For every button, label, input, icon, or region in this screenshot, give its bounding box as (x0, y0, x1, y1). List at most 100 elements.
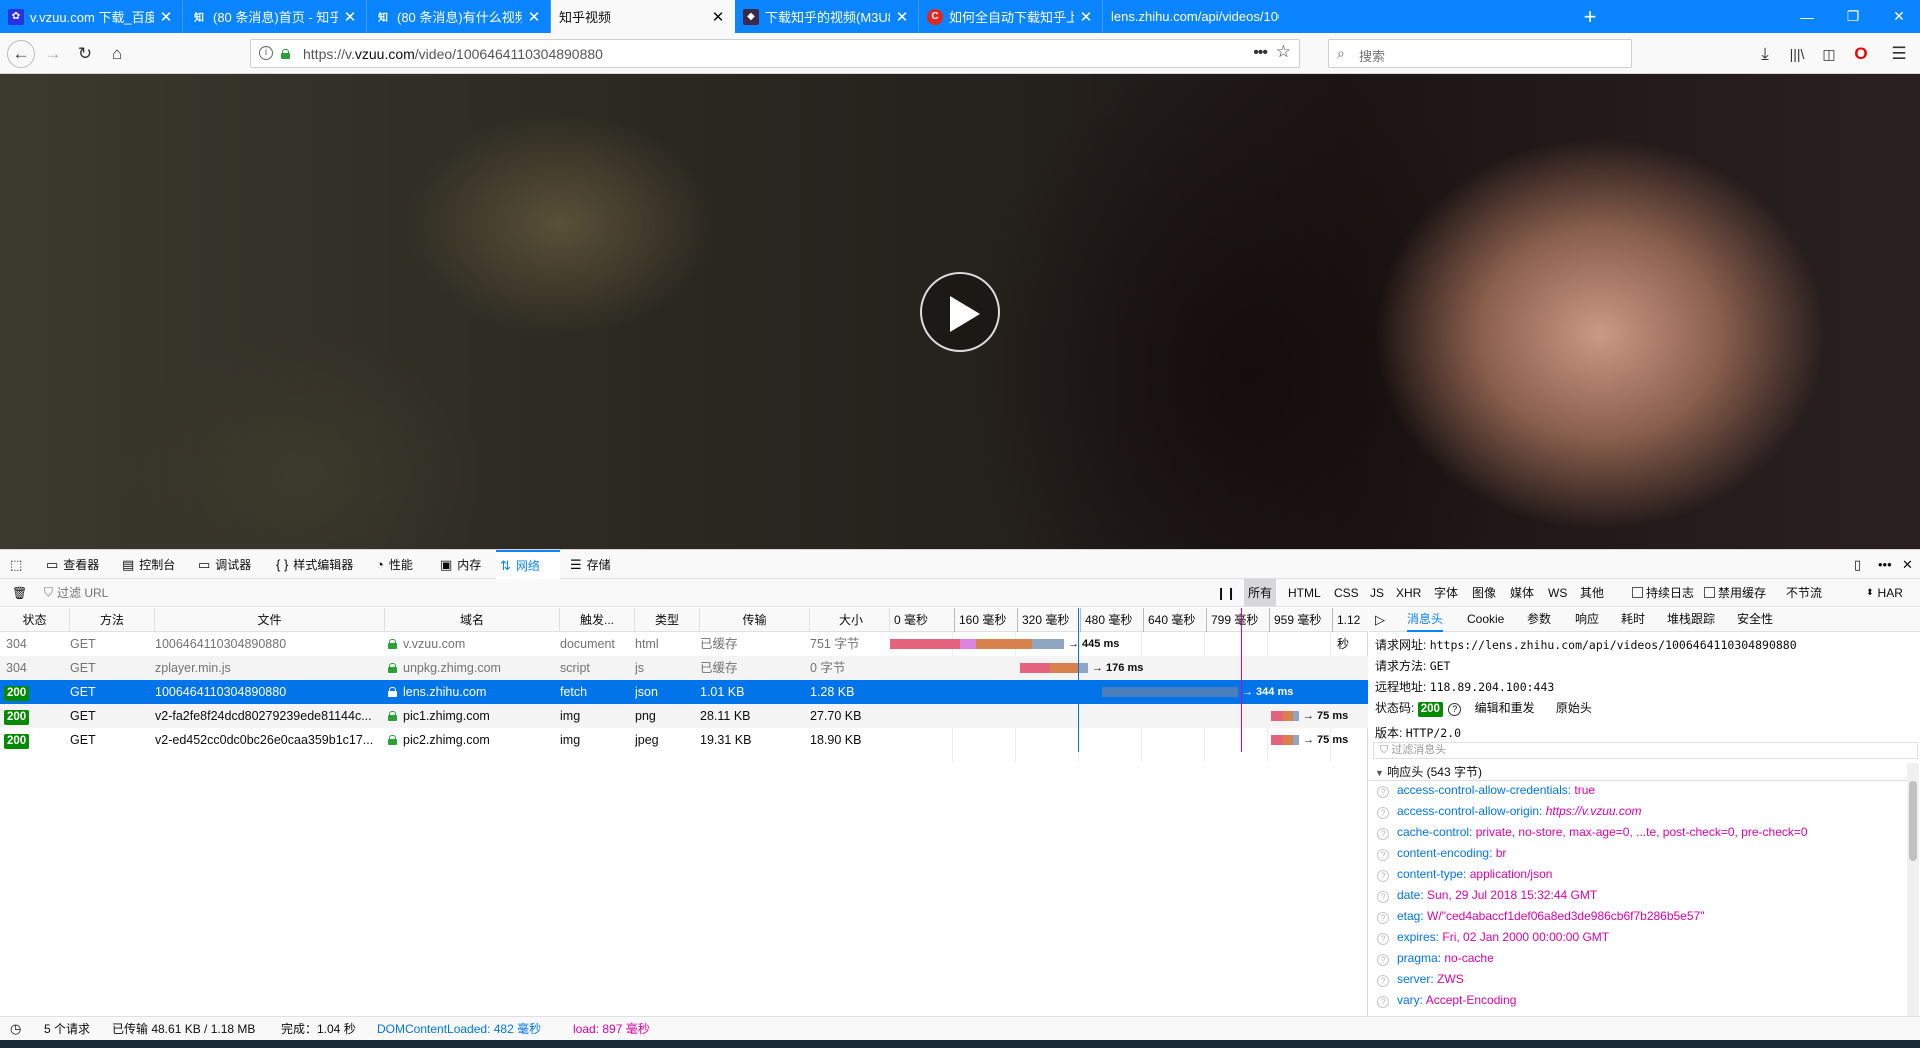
trash-icon[interactable]: 🗑 (8, 579, 31, 606)
tab-response[interactable]: 响应 (1575, 608, 1599, 632)
filter-media[interactable]: 媒体 (1506, 579, 1538, 606)
library-icon[interactable]: |||\ (1784, 41, 1810, 67)
scrollbar[interactable] (1907, 763, 1919, 1016)
browser-tab[interactable]: lens.zhihu.com/api/videos/1006 (1103, 0, 1287, 33)
header-row[interactable]: ? content-type: application/json (1377, 866, 1897, 883)
help-icon[interactable]: ? (1377, 996, 1389, 1008)
close-icon[interactable]: ✕ (894, 8, 910, 26)
tab-network[interactable]: ⇅ 网络 (496, 550, 560, 579)
browser-tab[interactable]: ✿ v.vzuu.com 下载_百度搜索 ✕ (0, 0, 183, 33)
table-row-selected[interactable]: 200 GET 1006464110304890880 lens.zhihu.c… (0, 680, 1368, 704)
browser-tab[interactable]: ◆ 下载知乎的视频(M3U8) | foam ✕ (735, 0, 919, 33)
help-icon[interactable]: ? (1377, 891, 1389, 903)
filter-fonts[interactable]: 字体 (1430, 579, 1462, 606)
column-size[interactable]: 大小 (810, 608, 890, 632)
help-icon[interactable]: ? (1377, 807, 1389, 819)
table-row[interactable]: 304 GET 1006464110304890880 v.vzuu.com d… (0, 632, 1368, 656)
tab-inspector[interactable]: ▭ 查看器 (42, 550, 103, 579)
url-bar[interactable]: i https://v.vzuu.com/video/1006464110304… (250, 39, 1300, 68)
column-status[interactable]: 状态 (0, 608, 70, 632)
lock-icon[interactable] (281, 47, 296, 61)
header-row[interactable]: ? expires: Fri, 02 Jan 2000 00:00:00 GMT (1377, 929, 1897, 946)
column-cause[interactable]: 触发... (560, 608, 635, 632)
tab-params[interactable]: 参数 (1527, 608, 1551, 632)
filter-xhr[interactable]: XHR (1392, 579, 1425, 606)
back-icon[interactable]: ← (7, 40, 35, 68)
browser-tab[interactable]: 知 (80 条消息)首页 - 知乎 ✕ (183, 0, 367, 33)
filter-headers-input[interactable]: ⛉ 过滤消息头 (1373, 742, 1918, 759)
toggle-panel-icon[interactable]: ▷ (1375, 608, 1385, 632)
filter-js[interactable]: JS (1366, 579, 1388, 606)
header-row[interactable]: ? access-control-allow-origin: https://v.… (1377, 803, 1897, 820)
close-icon[interactable]: ✕ (342, 8, 358, 26)
minimize-icon[interactable]: — (1784, 0, 1830, 33)
help-icon[interactable]: ? (1377, 786, 1389, 798)
column-file[interactable]: 文件 (155, 608, 385, 632)
browser-tab[interactable]: 知 (80 条消息)有什么视频是你看完 ✕ (367, 0, 551, 33)
pause-icon[interactable]: ❙❙ (1212, 579, 1240, 606)
header-row[interactable]: ? vary: Accept-Encoding (1377, 992, 1897, 1009)
play-button[interactable] (920, 272, 1000, 352)
close-icon[interactable]: ✕ (526, 8, 542, 26)
restore-icon[interactable]: ❐ (1830, 0, 1876, 33)
help-icon[interactable]: ? (1377, 849, 1389, 861)
header-row[interactable]: ? access-control-allow-credentials: true (1377, 782, 1897, 799)
raw-headers-toggle[interactable]: 原始头 (1556, 701, 1592, 715)
help-icon[interactable]: ? (1448, 703, 1462, 716)
pick-element-icon[interactable]: ⬚ (6, 550, 26, 579)
throttle-select[interactable]: 不节流 (1782, 579, 1826, 606)
menu-icon[interactable]: ☰ (1886, 41, 1912, 67)
performance-analysis-icon[interactable]: ◷ (10, 1017, 21, 1041)
dock-icon[interactable]: ▯ (1850, 550, 1865, 579)
home-icon[interactable]: ⌂ (104, 41, 130, 67)
tab-cookies[interactable]: Cookie (1467, 608, 1504, 632)
edit-resend-button[interactable]: 编辑和重发 (1475, 701, 1535, 715)
column-timeline[interactable]: 0 毫秒 160 毫秒 320 毫秒 480 毫秒 640 毫秒 799 毫秒 … (890, 608, 1368, 651)
close-icon[interactable]: ✕ (1078, 8, 1094, 26)
tab-performance[interactable]: ◔ 性能 (372, 550, 417, 579)
filter-other[interactable]: 其他 (1576, 579, 1608, 606)
close-icon[interactable]: ✕ (158, 8, 174, 26)
help-icon[interactable]: ? (1377, 975, 1389, 987)
tab-headers[interactable]: 消息头 (1407, 608, 1444, 632)
header-row[interactable]: ? server: ZWS (1377, 971, 1897, 988)
forward-icon[interactable]: → (40, 41, 66, 67)
header-row[interactable]: ? content-encoding: br (1377, 845, 1897, 862)
filter-images[interactable]: 图像 (1468, 579, 1500, 606)
table-row[interactable]: 200 GET v2-fa2fe8f24dcd80279239ede81144c… (0, 704, 1368, 728)
sidebar-icon[interactable]: ◫ (1816, 41, 1842, 67)
downloads-icon[interactable]: ⤓ (1752, 41, 1778, 67)
filter-all[interactable]: 所有 (1244, 579, 1277, 606)
tab-security[interactable]: 安全性 (1737, 608, 1773, 632)
video-player[interactable] (0, 74, 1920, 549)
table-row[interactable]: 200 GET v2-ed452cc0dc0bc26e0caa359b1c17.… (0, 728, 1368, 752)
column-method[interactable]: 方法 (70, 608, 155, 632)
tab-storage[interactable]: ☰ 存储 (566, 550, 615, 579)
filter-css[interactable]: CSS (1330, 579, 1363, 606)
info-icon[interactable]: i (259, 46, 273, 60)
column-transferred[interactable]: 传输 (700, 608, 810, 632)
help-icon[interactable]: ? (1377, 933, 1389, 945)
column-domain[interactable]: 域名 (385, 608, 560, 632)
response-headers-section[interactable]: ▼ 响应头 (543 字节) (1369, 763, 1909, 781)
filter-ws[interactable]: WS (1544, 579, 1571, 606)
column-type[interactable]: 类型 (635, 608, 700, 632)
header-row[interactable]: ? pragma: no-cache (1377, 950, 1897, 967)
help-icon[interactable]: ? (1377, 954, 1389, 966)
browser-tab[interactable]: C 如何全自动下载知乎上的视频到 ✕ (919, 0, 1103, 33)
table-row[interactable]: 304 GET zplayer.min.js unpkg.zhimg.com s… (0, 656, 1368, 680)
scrollbar-thumb[interactable] (1909, 781, 1917, 861)
tab-debugger[interactable]: ▭ 调试器 (194, 550, 255, 579)
close-icon[interactable]: ✕ (710, 8, 726, 26)
tab-stack-trace[interactable]: 堆栈跟踪 (1667, 608, 1715, 632)
filter-html[interactable]: HTML (1284, 579, 1325, 606)
header-row[interactable]: ? date: Sun, 29 Jul 2018 15:32:44 GMT (1377, 887, 1897, 904)
har-select[interactable]: ⬍ HAR (1862, 579, 1907, 606)
devtools-close-icon[interactable]: ✕ (1898, 550, 1917, 579)
bookmark-star-icon[interactable]: ☆ (1276, 42, 1291, 62)
header-row[interactable]: ? cache-control: private, no-store, max-a… (1377, 824, 1897, 841)
filter-url-input[interactable]: ⛉ 过滤 URL (40, 579, 112, 606)
new-tab-icon[interactable]: + (1568, 0, 1612, 33)
help-icon[interactable]: ? (1377, 912, 1389, 924)
opera-icon[interactable]: O (1848, 41, 1874, 67)
